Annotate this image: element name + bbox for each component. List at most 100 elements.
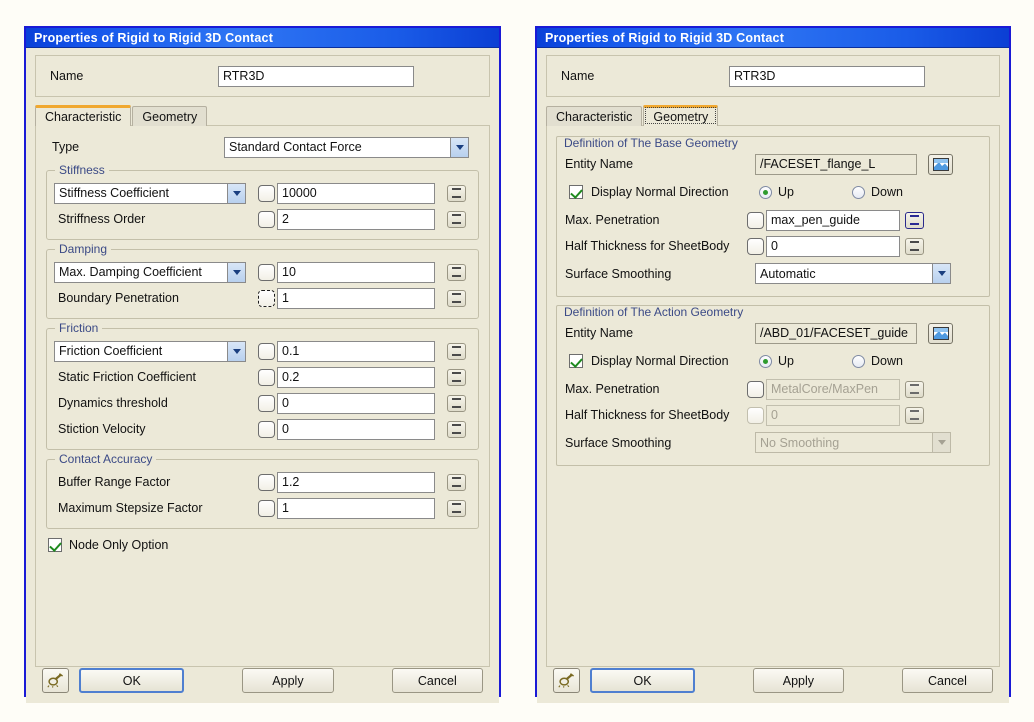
boundary-penetration-expression-button[interactable]: [447, 289, 466, 307]
stiction-velocity-value[interactable]: 0: [277, 418, 435, 440]
row-boundary-penetration: Boundary Penetration 1: [54, 285, 471, 311]
cancel-button[interactable]: Cancel: [901, 668, 993, 693]
stiction-velocity-checkbox[interactable]: [258, 420, 275, 438]
tab-geometry[interactable]: Geometry: [132, 106, 208, 126]
flashlight-icon-button[interactable]: [553, 668, 581, 693]
striffness-order-checkbox[interactable]: [258, 210, 275, 228]
striffness-order-value[interactable]: 2: [277, 208, 435, 230]
friction-coefficient-value[interactable]: 0.1: [277, 340, 435, 362]
ok-button[interactable]: OK: [79, 668, 185, 693]
cancel-button-label: Cancel: [417, 673, 457, 688]
tab-characteristic[interactable]: Characteristic: [546, 106, 643, 126]
maximum-stepsize-factor-checkbox[interactable]: [258, 499, 275, 517]
dialog-geometry: Properties of Rigid to Rigid 3D Contact …: [535, 26, 1011, 703]
group-friction-rows: Friction Coefficient 0.1 Static Friction…: [54, 338, 471, 442]
dynamics-threshold-expression-button[interactable]: [447, 394, 466, 412]
apply-button[interactable]: Apply: [242, 668, 334, 693]
stiffness-coefficient-select[interactable]: Stiffness Coefficient: [54, 182, 246, 204]
group-action-geometry: Definition of The Action Geometry Entity…: [556, 305, 990, 466]
flashlight-icon-button[interactable]: [42, 668, 70, 693]
action-display-normal-checkbox[interactable]: [569, 354, 583, 368]
chevron-down-icon[interactable]: [227, 262, 245, 282]
tabstrip-left: Characteristic Geometry: [35, 105, 490, 126]
maximum-stepsize-factor-value[interactable]: 1: [277, 497, 435, 519]
name-input[interactable]: RTR3D: [218, 65, 414, 87]
max-damping-coefficient-value[interactable]: 10: [277, 261, 435, 283]
action-normal-up-label: Up: [778, 354, 794, 368]
ok-button[interactable]: OK: [590, 668, 695, 693]
action-normal-down-label: Down: [871, 354, 903, 368]
static-friction-coefficient-value[interactable]: 0.2: [277, 366, 435, 388]
row-static-friction-coefficient: Static Friction Coefficient 0.2: [54, 364, 471, 390]
friction-coefficient-expression-button[interactable]: [447, 342, 466, 360]
type-select[interactable]: Standard Contact Force: [224, 136, 469, 158]
node-only-option-checkbox[interactable]: [48, 538, 62, 552]
static-friction-coefficient-expression-button[interactable]: [447, 368, 466, 386]
max-damping-coefficient-checkbox[interactable]: [258, 263, 275, 281]
base-entity-name-value[interactable]: /FACESET_flange_L: [755, 153, 917, 175]
base-entity-browse-button[interactable]: [928, 153, 953, 175]
action-half-thickness-checkbox: [747, 406, 764, 424]
row-base-normal-direction: Display Normal Direction Up Down: [565, 177, 981, 207]
tab-geometry[interactable]: Geometry: [643, 105, 719, 126]
max-damping-coefficient-expression-button[interactable]: [447, 263, 466, 281]
static-friction-coefficient-checkbox[interactable]: [258, 368, 275, 386]
base-normal-down-radio[interactable]: [852, 185, 865, 199]
base-half-thickness-label: Half Thickness for SheetBody: [565, 239, 730, 253]
name-input[interactable]: RTR3D: [729, 65, 925, 87]
row-node-only-option: Node Only Option: [48, 534, 481, 556]
base-display-normal-label: Display Normal Direction: [591, 185, 729, 199]
action-entity-browse-button[interactable]: [928, 322, 953, 344]
name-label: Name: [561, 69, 595, 83]
buffer-range-factor-value[interactable]: 1.2: [277, 471, 435, 493]
max-damping-coefficient-select[interactable]: Max. Damping Coefficient: [54, 261, 246, 283]
cancel-button[interactable]: Cancel: [391, 668, 483, 693]
boundary-penetration-value[interactable]: 1: [277, 287, 435, 309]
base-display-normal-checkbox[interactable]: [569, 185, 583, 199]
base-max-penetration-expression-button[interactable]: [905, 211, 924, 229]
action-entity-name-value[interactable]: /ABD_01/FACESET_guide: [755, 322, 917, 344]
chevron-down-icon[interactable]: [932, 264, 950, 283]
base-max-penetration-value[interactable]: max_pen_guide: [766, 209, 900, 231]
action-max-penetration-expression-button: [905, 380, 924, 398]
dynamics-threshold-checkbox[interactable]: [258, 394, 275, 412]
tabstrip-right: Characteristic Geometry: [546, 105, 1000, 126]
action-normal-up-radio[interactable]: [759, 354, 772, 368]
friction-coefficient-select[interactable]: Friction Coefficient: [54, 340, 246, 362]
chevron-down-icon[interactable]: [227, 341, 245, 361]
friction-coefficient-checkbox[interactable]: [258, 342, 275, 360]
boundary-penetration-checkbox[interactable]: [258, 289, 275, 307]
chevron-down-icon[interactable]: [227, 183, 245, 203]
buffer-range-factor-expression-button[interactable]: [447, 473, 466, 491]
dynamics-threshold-value[interactable]: 0: [277, 392, 435, 414]
group-contact-accuracy-legend: Contact Accuracy: [55, 452, 157, 466]
base-half-thickness-expression-button[interactable]: [905, 237, 924, 255]
group-contact-accuracy-rows: Buffer Range Factor 1.2 Maximum Stepsize…: [54, 469, 471, 521]
apply-button[interactable]: Apply: [752, 668, 844, 693]
striffness-order-expression-button[interactable]: [447, 210, 466, 228]
action-max-penetration-checkbox[interactable]: [747, 380, 764, 398]
base-max-penetration-checkbox[interactable]: [747, 211, 764, 229]
row-dynamics-threshold: Dynamics threshold 0: [54, 390, 471, 416]
base-surface-smoothing-select[interactable]: Automatic: [755, 263, 951, 284]
base-half-thickness-checkbox[interactable]: [747, 237, 764, 255]
base-normal-up-radio[interactable]: [759, 185, 772, 199]
stiffness-coefficient-expression-button[interactable]: [447, 184, 466, 202]
action-max-penetration-value: MetalCore/MaxPen: [766, 378, 900, 400]
titlebar-left: Properties of Rigid to Rigid 3D Contact: [26, 28, 499, 48]
action-surface-smoothing-select: No Smoothing: [755, 432, 951, 453]
action-display-normal-label: Display Normal Direction: [591, 354, 729, 368]
buffer-range-factor-checkbox[interactable]: [258, 473, 275, 491]
row-base-surface-smoothing: Surface Smoothing Automatic: [565, 259, 981, 288]
maximum-stepsize-factor-expression-button[interactable]: [447, 499, 466, 517]
stiction-velocity-expression-button[interactable]: [447, 420, 466, 438]
stiffness-coefficient-checkbox[interactable]: [258, 184, 275, 202]
stiffness-coefficient-value[interactable]: 10000: [277, 182, 435, 204]
dialog-title: Properties of Rigid to Rigid 3D Contact: [545, 30, 785, 45]
action-normal-down-radio[interactable]: [852, 354, 865, 368]
group-friction-legend: Friction: [55, 321, 103, 335]
tab-characteristic[interactable]: Characteristic: [35, 105, 132, 126]
tab-geometry-label: Geometry: [653, 110, 709, 124]
chevron-down-icon[interactable]: [450, 137, 468, 157]
base-half-thickness-value[interactable]: 0: [766, 235, 900, 257]
